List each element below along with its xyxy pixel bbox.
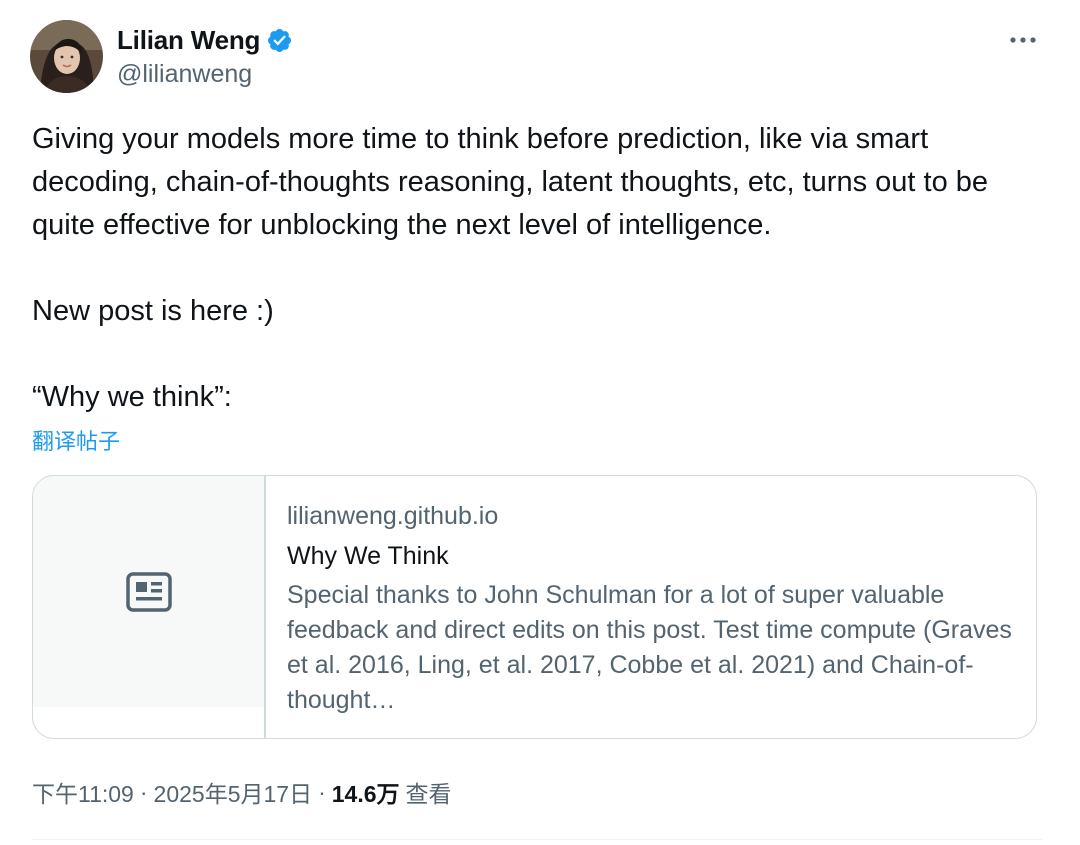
meta-separator: · — [318, 778, 326, 805]
tweet-text: Giving your models more time to think be… — [32, 118, 1042, 419]
tweet-date[interactable]: 2025年5月17日 — [154, 775, 313, 809]
tweet-time[interactable]: 下午11:09 — [32, 775, 134, 809]
more-horizontal-icon — [1010, 37, 1036, 43]
article-icon — [125, 571, 172, 612]
card-divider — [264, 476, 266, 738]
card-body: lilianweng.github.io Why We Think Specia… — [287, 498, 1017, 718]
card-domain: lilianweng.github.io — [287, 502, 499, 530]
author-handle[interactable]: @lilianweng — [117, 60, 252, 89]
verified-badge-icon[interactable] — [266, 27, 293, 54]
avatar[interactable] — [30, 20, 103, 93]
tweet-paragraph: New post is here :) — [32, 295, 274, 327]
meta-separator: · — [139, 778, 148, 805]
card-thumbnail — [33, 476, 264, 707]
author-display-name[interactable]: Lilian Weng — [117, 25, 260, 56]
translate-post-link[interactable]: 翻译帖子 — [32, 424, 120, 456]
card-description: Special thanks to John Schulman for a lo… — [287, 581, 1012, 714]
views-label: 查看 — [405, 781, 452, 807]
tweet-paragraph: Giving your models more time to think be… — [32, 123, 997, 241]
tweet-paragraph: “Why we think”: — [32, 381, 232, 413]
profile-photo — [30, 20, 103, 93]
views-count[interactable]: 14.6万 — [332, 775, 400, 809]
tweet-meta: 下午11:09 · 2025年5月17日 · 14.6万 查看 — [32, 775, 452, 809]
author-name-row: Lilian Weng — [117, 22, 293, 58]
tweet: Lilian Weng @lilianweng Giving your mode… — [0, 0, 1080, 845]
divider — [32, 839, 1042, 840]
card-title: Why We Think — [287, 542, 449, 570]
link-preview-card[interactable]: lilianweng.github.io Why We Think Specia… — [32, 475, 1037, 739]
more-options-button[interactable] — [1004, 26, 1042, 54]
